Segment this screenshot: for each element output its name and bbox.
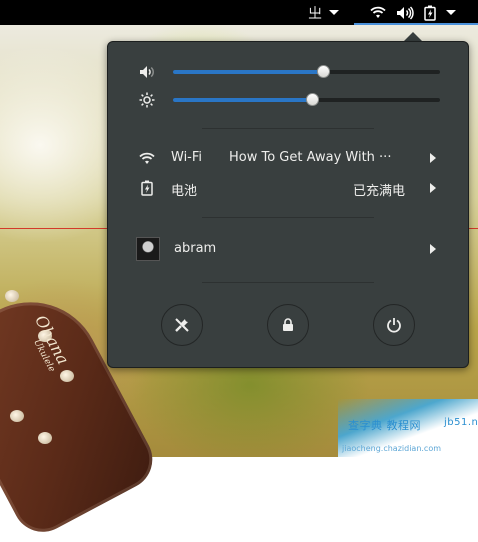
battery-label: 电池 [171,184,198,199]
lock-icon [283,318,293,331]
watermark-line1: jb51.net [444,417,478,428]
input-method-menu[interactable]: 㞢 [308,0,339,25]
wifi-icon [370,6,386,18]
watermark-line2: 查字典 教程网 [348,419,421,432]
tuning-peg [10,410,24,422]
battery-icon [424,5,436,21]
brightness-icon [139,92,155,108]
brightness-slider[interactable] [173,93,440,106]
battery-menu-item[interactable]: 电池 已充满电 [108,178,468,199]
volume-icon [397,5,414,20]
separator [202,282,374,283]
watermark-text: 查字典 教程网 jb51.net [348,417,478,433]
wifi-label: Wi-Fi [171,150,203,165]
system-status-menu[interactable] [370,0,456,25]
watermark-url: jiaocheng.chazidian.com [342,444,442,453]
lock-button[interactable] [267,304,309,346]
power-button[interactable] [373,304,415,346]
chevron-down-icon [329,10,339,15]
settings-tools-icon [175,318,189,332]
speaker-icon [140,66,154,78]
volume-row [108,63,468,81]
separator [202,217,374,218]
chevron-right-icon [430,153,436,163]
tuning-peg [38,432,52,444]
wifi-menu-item[interactable]: Wi-Fi How To Get Away With ··· [108,148,468,168]
system-menu-popover: Wi-Fi How To Get Away With ··· 电池 已充满电 a… [107,41,469,368]
volume-slider-knob[interactable] [317,65,330,78]
settings-button[interactable] [161,304,203,346]
wifi-icon [139,152,155,164]
top-bar: 㞢 [0,0,478,25]
chevron-right-icon [430,183,436,193]
chevron-right-icon [430,244,436,254]
power-icon [387,318,401,333]
input-method-icon: 㞢 [308,5,322,22]
battery-icon [141,180,153,196]
tuning-peg [60,370,74,382]
avatar [136,237,160,261]
brightness-slider-knob[interactable] [306,93,319,106]
brightness-row [108,91,468,109]
tuning-peg [5,290,19,302]
separator [202,128,374,129]
volume-slider[interactable] [173,65,440,78]
brightness-slider-fill [173,98,312,102]
active-menu-indicator [354,23,478,25]
chevron-down-icon [446,10,456,15]
battery-status: 已充满电 [353,184,406,199]
volume-slider-fill [173,70,323,74]
user-name: abram [174,241,217,256]
wifi-network-name: How To Get Away With ··· [229,150,392,165]
user-menu-item[interactable]: abram [108,235,468,263]
